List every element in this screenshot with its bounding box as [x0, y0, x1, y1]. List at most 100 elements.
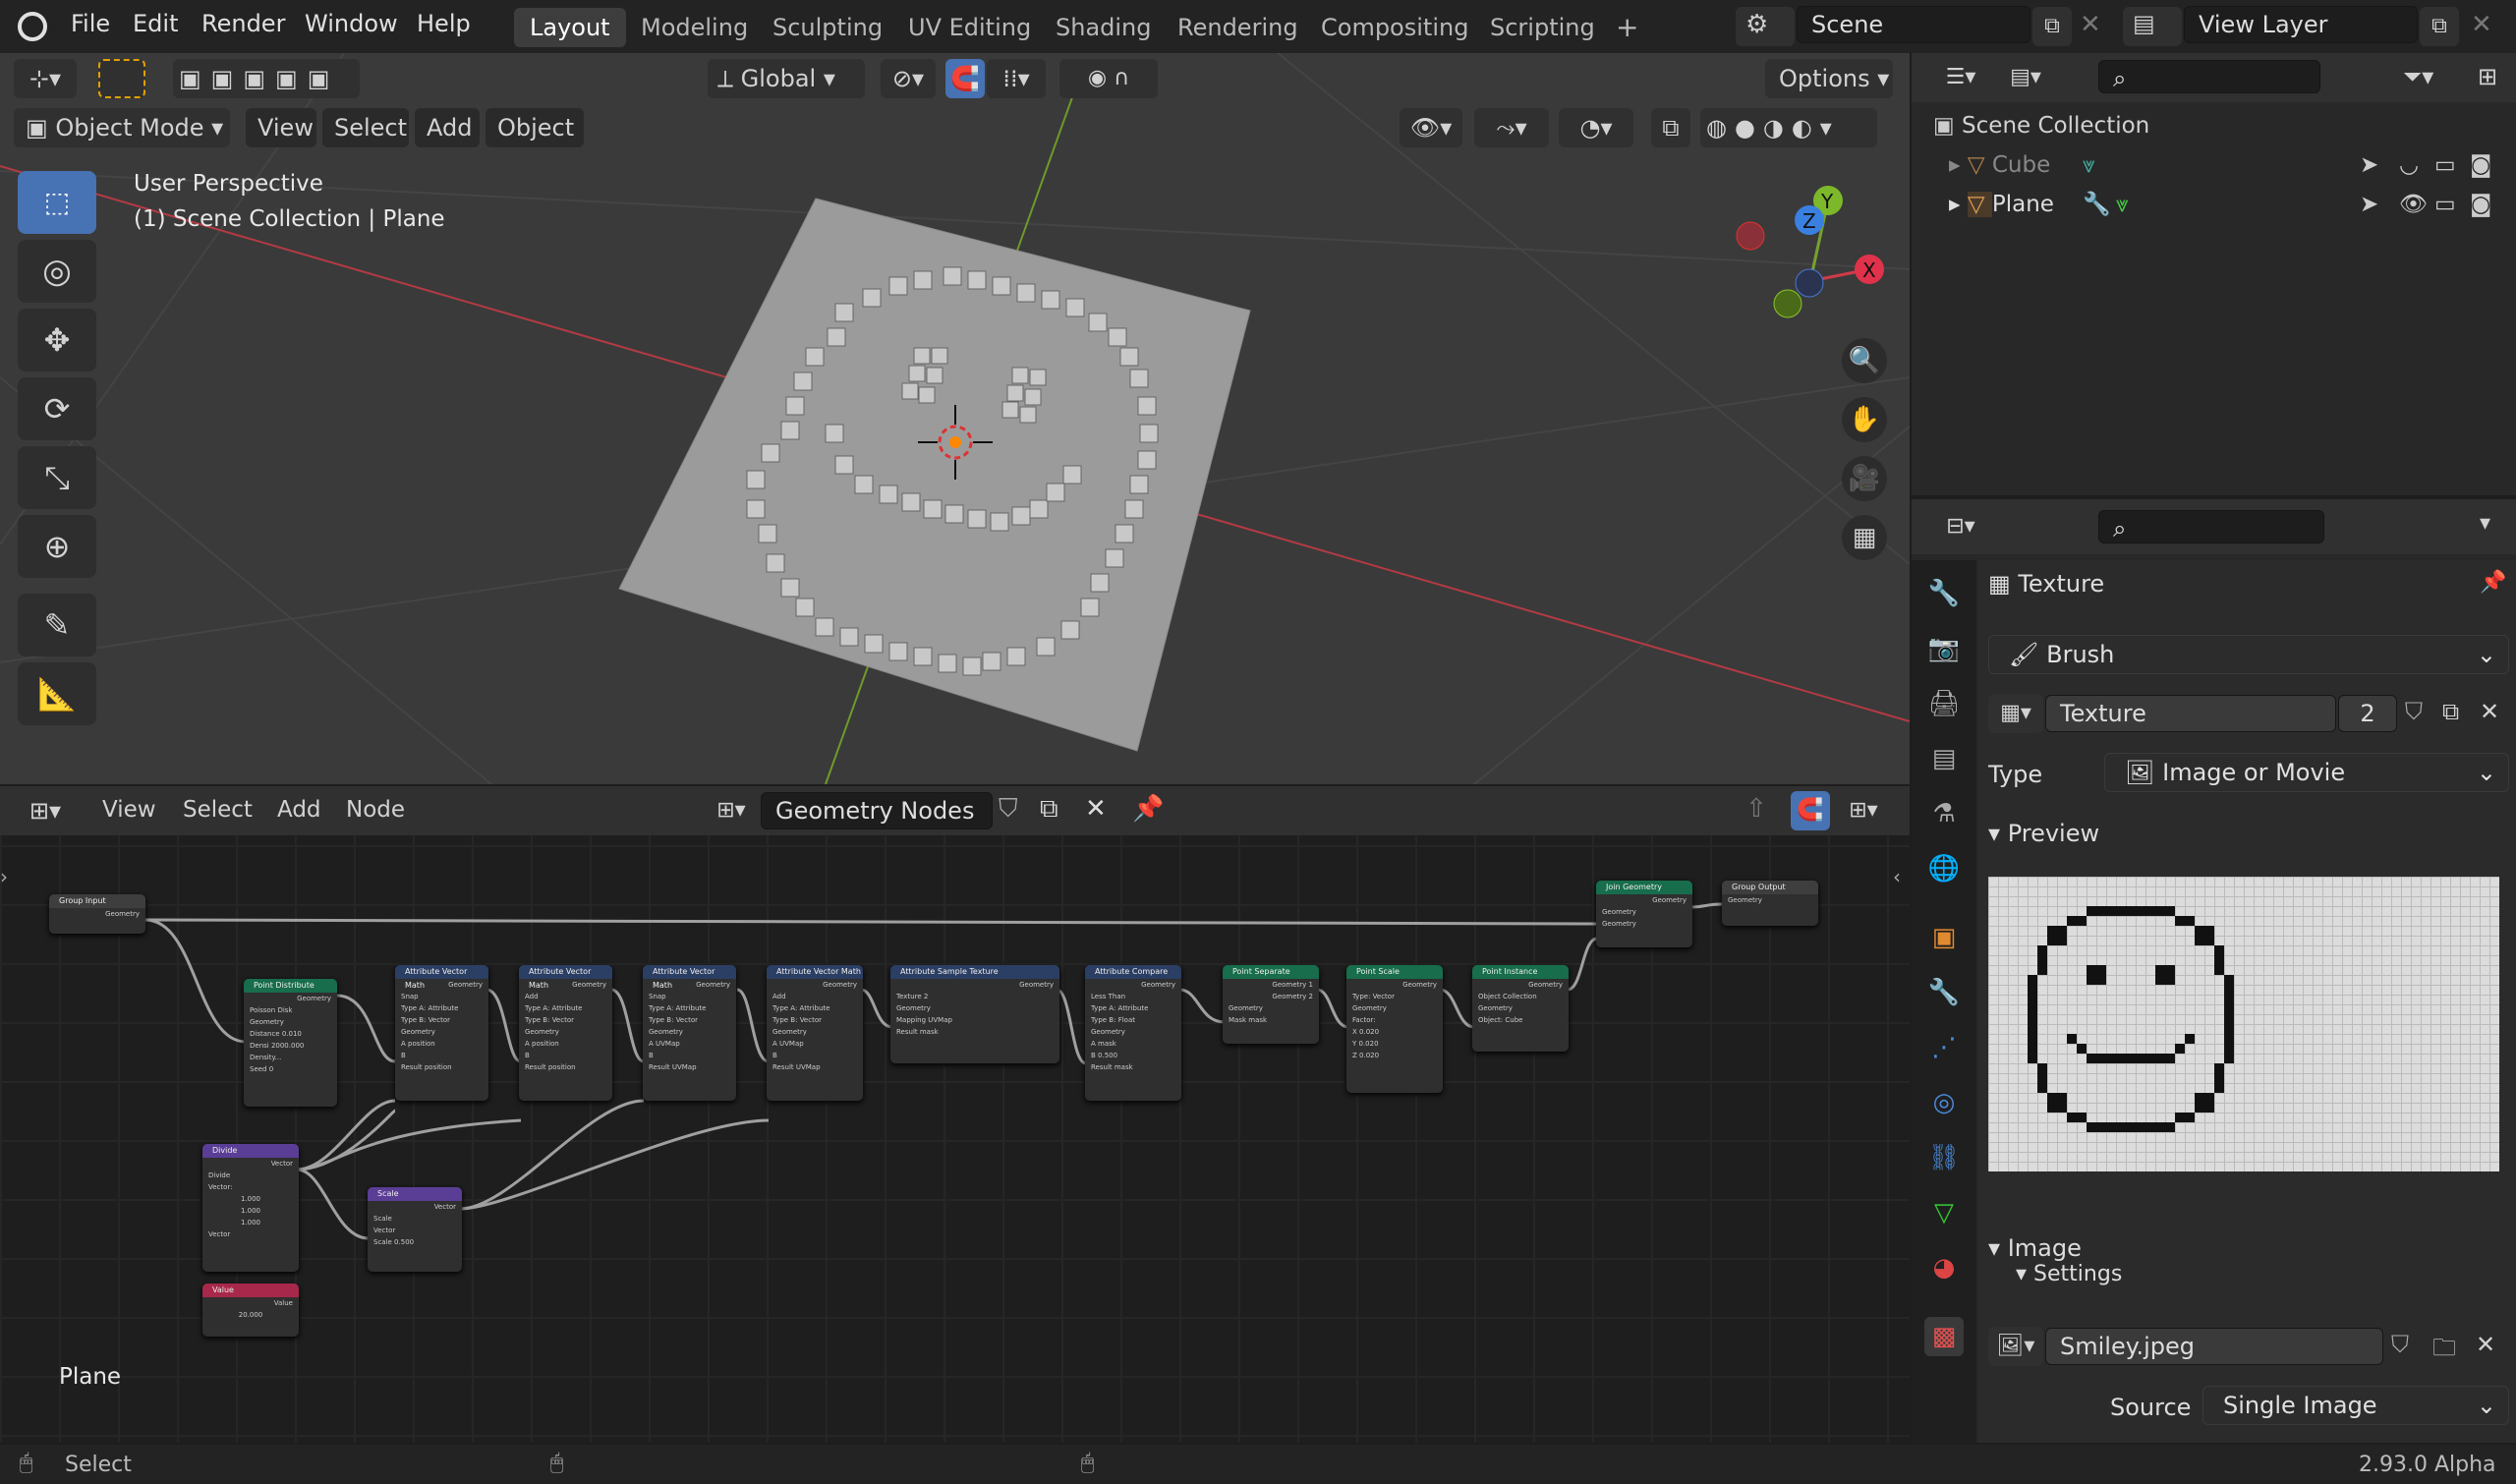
- node-field[interactable]: Texture 2: [890, 991, 1059, 1002]
- texture-browse-button[interactable]: ▦▾: [1988, 694, 2043, 733]
- select-mode-button[interactable]: [98, 59, 145, 98]
- xray-toggle-button[interactable]: ⧉: [1651, 108, 1690, 147]
- tab-uv-editing[interactable]: UV Editing: [892, 8, 1047, 47]
- viewport-menu-object[interactable]: Object: [486, 108, 584, 147]
- node-attribute-vector-math-4[interactable]: Attribute Vector Math Geometry Add Type …: [767, 965, 863, 1101]
- node-field[interactable]: Type: Vector: [1346, 991, 1443, 1002]
- node-field[interactable]: Density...: [244, 1052, 337, 1063]
- node-field[interactable]: Type B: Vector: [519, 1014, 612, 1026]
- editor-type-button[interactable]: ⊹▾: [14, 59, 77, 98]
- gizmo-toggle-button[interactable]: ⤳▾: [1474, 108, 1549, 147]
- unlink-image-icon[interactable]: ✕: [2476, 1331, 2495, 1358]
- node-field[interactable]: Less Than: [1085, 991, 1181, 1002]
- node-group-output[interactable]: Group Output Geometry: [1722, 881, 1818, 926]
- node-field[interactable]: A position: [395, 1038, 488, 1050]
- node-field[interactable]: Type B: Vector: [643, 1014, 736, 1026]
- visibility-dropdown[interactable]: 👁▾: [1400, 108, 1462, 147]
- open-folder-icon[interactable]: 🗀: [2432, 1331, 2456, 1371]
- 3d-viewport[interactable]: X Y Z User Perspective (1) Scene Collect…: [0, 53, 1910, 784]
- node-snap-toggle-button[interactable]: 🧲: [1791, 791, 1830, 830]
- node-point-distribute[interactable]: Point Distribute Geometry Poisson Disk G…: [244, 979, 337, 1107]
- node-editor-type-button[interactable]: ⊞▾: [14, 791, 77, 830]
- node-field[interactable]: Result position: [519, 1061, 612, 1073]
- node-field[interactable]: Poisson Disk: [244, 1004, 337, 1016]
- node-tree-browse-button[interactable]: ⊞▾: [704, 791, 759, 830]
- node-snap-mode-dropdown[interactable]: ⊞▾: [1834, 791, 1893, 830]
- menu-window[interactable]: Window: [305, 10, 398, 37]
- viewport-menu-add[interactable]: Add: [415, 108, 480, 147]
- node-scale[interactable]: Scale Vector Scale Vector Scale 0.500: [368, 1187, 462, 1272]
- texture-context-dropdown[interactable]: 🖌 Brush ⌄: [1988, 635, 2509, 674]
- node-editor-canvas[interactable]: Group Input Geometry Point Distribute Ge…: [0, 786, 1910, 1443]
- texture-type-dropdown[interactable]: 🖼 Image or Movie ⌄: [2104, 753, 2509, 792]
- properties-editor-type-button[interactable]: ⊟▾: [1933, 507, 1988, 546]
- node-join-geometry[interactable]: Join Geometry Geometry Geometry Geometry: [1596, 881, 1692, 947]
- fake-user-shield-icon[interactable]: ⛉: [2391, 1331, 2409, 1358]
- scale-tool[interactable]: ⤡: [18, 446, 96, 509]
- node-field[interactable]: A position: [519, 1038, 612, 1050]
- unlink-tree-icon[interactable]: ✕: [1085, 794, 1107, 824]
- image-browse-button[interactable]: 🖼▾: [1988, 1327, 2043, 1366]
- node-field[interactable]: Result position: [395, 1061, 488, 1073]
- node-field[interactable]: Type B: Vector: [767, 1014, 863, 1026]
- material-tab-icon[interactable]: ◕: [1924, 1248, 1964, 1287]
- viewport-toggle-icon[interactable]: ▭: [2434, 145, 2456, 185]
- node-field[interactable]: Type A: Attribute: [767, 1002, 863, 1014]
- texture-name-field[interactable]: Texture: [2045, 695, 2336, 732]
- menu-file[interactable]: File: [71, 10, 110, 37]
- pivot-point-dropdown[interactable]: ⊘▾: [881, 59, 936, 98]
- tab-scripting[interactable]: Scripting: [1474, 8, 1611, 47]
- move-tool[interactable]: ✥: [18, 309, 96, 371]
- node-field[interactable]: Z 0.020: [1346, 1050, 1443, 1061]
- world-tab-icon[interactable]: 🌐: [1924, 849, 1964, 888]
- tab-rendering[interactable]: Rendering: [1162, 8, 1314, 47]
- node-field[interactable]: Result UVMap: [643, 1061, 736, 1073]
- fake-user-shield-icon[interactable]: ⛉: [999, 794, 1018, 825]
- tool-settings-tab-icon[interactable]: 🔧: [1924, 574, 1964, 613]
- node-divide[interactable]: Divide Vector Divide Vector: 1.000 1.000…: [202, 1144, 299, 1272]
- node-field[interactable]: Object: Cube: [1472, 1014, 1569, 1026]
- shading-modes-group[interactable]: ◍●◑◐▾: [1700, 108, 1877, 147]
- menu-help[interactable]: Help: [417, 10, 471, 37]
- node-field[interactable]: Result mask: [890, 1026, 1059, 1038]
- node-point-scale[interactable]: Point Scale Geometry Type: Vector Geomet…: [1346, 965, 1443, 1093]
- sidebar-toggle-left-icon[interactable]: ›: [0, 865, 8, 888]
- node-menu-add[interactable]: Add: [277, 797, 321, 823]
- hidden-eye-icon[interactable]: ◡: [2399, 145, 2419, 185]
- expand-arrow-icon[interactable]: ▸: [1949, 192, 1968, 217]
- node-field[interactable]: Y 0.020: [1346, 1038, 1443, 1050]
- node-field[interactable]: 20.000: [202, 1309, 299, 1321]
- node-field[interactable]: Add: [767, 991, 863, 1002]
- texture-users-count[interactable]: 2: [2338, 695, 2397, 732]
- constraints-tab-icon[interactable]: ⛓: [1924, 1138, 1964, 1177]
- snap-toggle-button[interactable]: 🧲: [945, 59, 985, 98]
- scene-name-field[interactable]: Scene: [1797, 6, 2030, 43]
- delete-view-layer-icon[interactable]: ✕: [2471, 10, 2492, 39]
- output-tab-icon[interactable]: 🖨: [1924, 684, 1964, 723]
- proportional-edit-button[interactable]: ◉ ∩: [1059, 59, 1158, 98]
- blender-logo-icon[interactable]: [18, 12, 47, 41]
- parent-node-tree-icon[interactable]: ⇧: [1745, 794, 1767, 824]
- select-box-tool[interactable]: ⬚: [18, 171, 96, 234]
- render-tab-icon[interactable]: 📷: [1924, 629, 1964, 668]
- node-field[interactable]: Object Collection: [1472, 991, 1569, 1002]
- node-field[interactable]: Type B: Float: [1085, 1014, 1181, 1026]
- preview-section-header[interactable]: ▾ Preview: [1988, 820, 2099, 847]
- outliner-search-field[interactable]: ⌕: [2098, 60, 2320, 93]
- node-field[interactable]: Add: [519, 991, 612, 1002]
- node-field[interactable]: A UVMap: [643, 1038, 736, 1050]
- outliner-row-plane[interactable]: ▸ ▽ Plane 🔧 ⩔ ➤ 👁 ▭ ◙: [1933, 185, 2503, 224]
- view-layer-name-field[interactable]: View Layer: [2184, 6, 2418, 43]
- node-field[interactable]: 1.000: [202, 1205, 299, 1217]
- node-point-instance[interactable]: Point Instance Geometry Object Collectio…: [1472, 965, 1569, 1052]
- physics-tab-icon[interactable]: ◎: [1924, 1083, 1964, 1122]
- render-toggle-icon[interactable]: ◙: [2470, 185, 2491, 224]
- new-collection-icon[interactable]: ⊞: [2478, 63, 2497, 90]
- node-attribute-sample-texture[interactable]: Attribute Sample Texture Geometry Textur…: [890, 965, 1059, 1063]
- duplicate-texture-icon[interactable]: ⧉: [2442, 698, 2459, 725]
- menu-render[interactable]: Render: [201, 10, 285, 37]
- node-field[interactable]: B 0.500: [1085, 1050, 1181, 1061]
- node-field[interactable]: X 0.020: [1346, 1026, 1443, 1038]
- unlink-texture-icon[interactable]: ✕: [2480, 698, 2499, 725]
- node-attribute-vector-math-2[interactable]: Attribute Vector Math Geometry Add Type …: [519, 965, 612, 1101]
